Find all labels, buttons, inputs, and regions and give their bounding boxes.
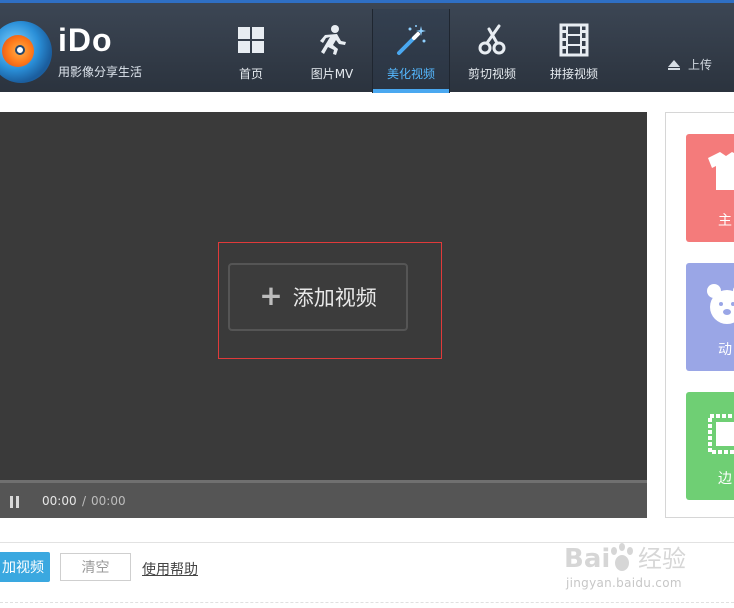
clear-button[interactable]: 清空 bbox=[60, 553, 131, 581]
player-controls: 00:00 / 00:00 bbox=[0, 480, 647, 518]
tab-label: 首页 bbox=[238, 67, 263, 81]
divider bbox=[0, 542, 734, 543]
app-title: iDo bbox=[58, 22, 113, 58]
add-video-button[interactable]: + 添加视频 bbox=[228, 263, 408, 331]
tab-cut-video[interactable]: 剪切视频 bbox=[453, 9, 531, 93]
help-link[interactable]: 使用帮助 bbox=[142, 559, 198, 579]
tab-home[interactable]: 首页 bbox=[212, 9, 290, 93]
runner-icon bbox=[320, 25, 346, 55]
theme-tile[interactable]: 主 bbox=[686, 134, 734, 242]
video-player: + 添加视频 00:00 / 00:00 bbox=[0, 112, 647, 518]
upload-label: 上传 bbox=[688, 58, 713, 72]
time-separator: / bbox=[82, 494, 87, 508]
tab-label: 剪切视频 bbox=[467, 67, 516, 81]
plus-icon: + bbox=[259, 278, 283, 312]
frame-icon bbox=[708, 414, 734, 454]
add-video-label: 添加视频 bbox=[292, 286, 377, 310]
svg-text:经验: 经验 bbox=[638, 545, 686, 573]
tab-photo-mv[interactable]: 图片MV bbox=[293, 9, 371, 93]
bear-icon bbox=[707, 284, 734, 324]
tile-label: 边 bbox=[718, 471, 732, 487]
magic-wand-icon bbox=[397, 25, 426, 55]
animation-tile[interactable]: 动 bbox=[686, 263, 734, 371]
divider-dashed bbox=[0, 602, 734, 603]
tile-label: 主 bbox=[718, 213, 732, 229]
tab-join-video[interactable]: 拼接视频 bbox=[535, 9, 613, 93]
ido-logo-icon bbox=[0, 21, 52, 83]
add-video-small-button[interactable]: 加视频 bbox=[0, 552, 50, 582]
app-slogan: 用影像分享生活 bbox=[58, 65, 143, 79]
tab-beautify-video[interactable]: 美化视频 bbox=[372, 9, 450, 93]
pause-icon[interactable] bbox=[9, 496, 21, 508]
scissors-icon bbox=[478, 24, 506, 55]
tab-label: 图片MV bbox=[310, 67, 354, 81]
film-strip-icon bbox=[559, 23, 589, 57]
upload-arrow-icon bbox=[668, 59, 680, 70]
upload-link[interactable]: 上传 bbox=[668, 56, 712, 73]
svg-text:Bai: Bai bbox=[564, 544, 610, 574]
watermark-url: jingyan.baidu.com bbox=[566, 576, 682, 590]
time-current: 00:00 bbox=[42, 494, 77, 508]
tile-label: 动 bbox=[718, 342, 732, 358]
tab-label: 拼接视频 bbox=[549, 67, 598, 81]
tab-label: 美化视频 bbox=[386, 67, 435, 81]
top-header: iDo 用影像分享生活 首页 图片MV 美化视频 剪切视频 拼接视频 上传 bbox=[0, 0, 734, 93]
border-tile[interactable]: 边 bbox=[686, 392, 734, 500]
grid-icon bbox=[238, 27, 264, 53]
time-total: 00:00 bbox=[91, 494, 126, 508]
tshirt-icon bbox=[708, 152, 734, 190]
effects-panel: 主 动 边 bbox=[665, 112, 734, 518]
